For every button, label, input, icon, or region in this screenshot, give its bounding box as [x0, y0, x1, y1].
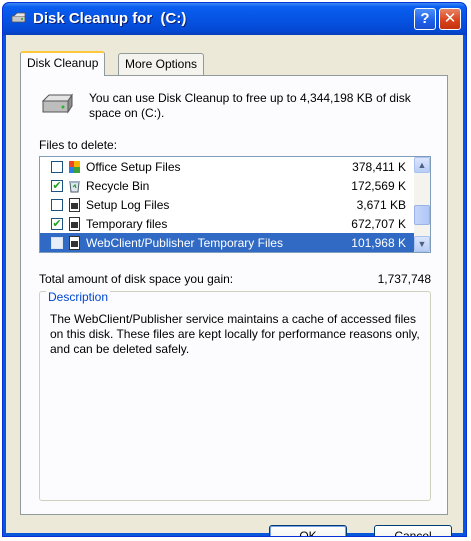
chevron-up-icon: ▲: [417, 160, 427, 170]
scroll-up-button[interactable]: ▲: [414, 157, 430, 173]
help-button[interactable]: ?: [414, 8, 436, 30]
file-icon: [69, 217, 80, 231]
tab-panel: You can use Disk Cleanup to free up to 4…: [20, 75, 448, 515]
files-to-delete-label: Files to delete:: [39, 138, 118, 152]
file-size: 101,968 K: [351, 236, 406, 250]
description-legend: Description: [46, 290, 111, 304]
file-size: 172,569 K: [351, 179, 406, 193]
tab-more-options[interactable]: More Options: [118, 53, 205, 75]
scrollbar-thumb[interactable]: [414, 205, 430, 225]
file-size: 3,671 KB: [356, 198, 406, 212]
tab-label: More Options: [125, 57, 198, 71]
close-icon: ✕: [443, 10, 457, 27]
files-list-scrollbar[interactable]: ▲ ▼: [414, 157, 430, 252]
list-item-setup-log-files[interactable]: Setup Log Files 3,671 KB: [40, 195, 414, 215]
ok-button[interactable]: OK: [269, 525, 347, 536]
file-size: 378,411 K: [352, 160, 406, 174]
checkmark-icon: ✔: [52, 218, 62, 230]
checkbox-recycle-bin[interactable]: ✔: [51, 180, 63, 192]
file-icon: [69, 198, 80, 212]
file-size: 672,707 K: [351, 217, 406, 231]
description-text: The WebClient/Publisher service maintain…: [50, 312, 420, 356]
recycle-bin-icon: [69, 181, 80, 193]
checkbox-setup-log-files[interactable]: [51, 199, 63, 211]
intro-text: You can use Disk Cleanup to free up to 4…: [89, 91, 411, 120]
office-setup-icon: [69, 161, 80, 173]
file-name: Office Setup Files: [86, 160, 181, 174]
title-bar[interactable]: Disk Cleanup for (C:) ? ✕: [3, 3, 466, 35]
dialog-client-area: Disk Cleanup More Options You can use Di…: [6, 35, 463, 536]
list-item-webclient-publisher-temporary-files[interactable]: WebClient/Publisher Temporary Files 101,…: [40, 233, 414, 252]
file-icon: [69, 236, 80, 250]
list-item-recycle-bin[interactable]: ✔ Recycle Bin 172,569 K: [40, 176, 414, 196]
file-name: Recycle Bin: [86, 179, 150, 193]
description-group: Description The WebClient/Publisher serv…: [39, 290, 431, 501]
file-name: Setup Log Files: [86, 198, 170, 212]
scroll-down-button[interactable]: ▼: [414, 236, 430, 252]
list-item-temporary-files[interactable]: ✔ Temporary files 672,707 K: [40, 214, 414, 234]
cancel-button[interactable]: Cancel: [374, 525, 452, 536]
window-title: Disk Cleanup for (C:): [33, 10, 187, 27]
checkmark-icon: ✔: [52, 180, 62, 192]
close-button[interactable]: ✕: [439, 8, 461, 30]
total-space-value: 1,737,748: [377, 272, 431, 286]
tab-label: Disk Cleanup: [27, 56, 99, 70]
total-space-label: Total amount of disk space you gain:: [39, 272, 234, 286]
checkbox-office-setup-files[interactable]: [51, 161, 63, 173]
list-item-office-setup-files[interactable]: Office Setup Files 378,411 K: [40, 157, 414, 177]
help-icon: ?: [420, 10, 430, 27]
checkbox-webclient-publisher-temporary-files[interactable]: [51, 237, 63, 249]
disk-cleanup-icon: [11, 12, 26, 23]
checkbox-temporary-files[interactable]: ✔: [51, 218, 63, 230]
hard-drive-icon: [41, 93, 73, 114]
file-name: Temporary files: [86, 217, 168, 231]
files-list[interactable]: Office Setup Files 378,411 K ✔ Recycle B…: [39, 156, 431, 253]
tab-disk-cleanup[interactable]: Disk Cleanup: [20, 51, 106, 76]
file-name: WebClient/Publisher Temporary Files: [86, 236, 283, 250]
disk-cleanup-window: Disk Cleanup for (C:) ? ✕ Disk Cleanup M…: [2, 2, 467, 537]
chevron-down-icon: ▼: [417, 239, 427, 249]
